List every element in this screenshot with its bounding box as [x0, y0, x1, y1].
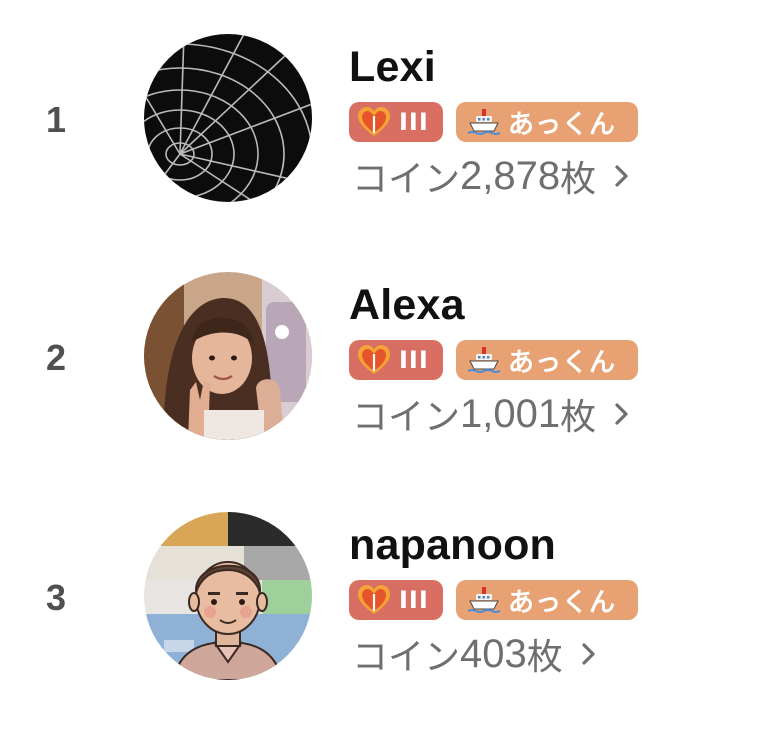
- coin-suffix: 枚: [526, 637, 563, 678]
- coin-amount: 2,878: [460, 153, 561, 198]
- level-badge: III: [349, 340, 443, 380]
- avatar[interactable]: [144, 272, 312, 440]
- chevron-right-icon: [615, 165, 628, 187]
- heart-icon: [358, 345, 390, 374]
- fan-badge-label: あっくん: [508, 587, 617, 618]
- user-name: napanoon: [349, 521, 557, 569]
- avatar[interactable]: [144, 34, 312, 202]
- level-label: III: [399, 346, 429, 374]
- level-badge: III: [349, 580, 443, 620]
- badge-group: III あっくん: [349, 340, 638, 380]
- ship-icon: [467, 587, 501, 613]
- rank-number: 3: [46, 577, 67, 618]
- avatar[interactable]: [144, 512, 312, 680]
- chevron-right-icon: [582, 643, 595, 665]
- chevron-right-icon: [615, 403, 628, 425]
- rank-number: 2: [46, 337, 67, 378]
- fan-badge: あっくん: [456, 102, 638, 142]
- fan-badge: あっくん: [456, 580, 638, 620]
- ranking-row[interactable]: 2 Alexa III あっくん コイン 1,001 枚: [0, 254, 774, 464]
- ranking-list: 1 Lexi III あっくん コイン 2,878 枚 2 Alexa III …: [0, 0, 774, 729]
- coin-prefix: コイン: [352, 397, 461, 438]
- coin-suffix: 枚: [560, 397, 597, 438]
- coin-prefix: コイン: [352, 637, 461, 678]
- coin-count[interactable]: コイン 2,878 枚: [352, 153, 632, 200]
- ship-icon: [467, 347, 501, 373]
- fan-badge-label: あっくん: [508, 347, 617, 378]
- coin-amount: 1,001: [460, 391, 561, 436]
- ship-icon: [467, 109, 501, 135]
- spider-web-avatar: [144, 34, 312, 202]
- coin-count[interactable]: コイン 1,001 枚: [352, 391, 632, 438]
- coin-suffix: 枚: [560, 159, 597, 200]
- coin-amount: 403: [460, 631, 527, 676]
- badge-group: III あっくん: [349, 580, 638, 620]
- level-label: III: [399, 586, 429, 614]
- fan-badge: あっくん: [456, 340, 638, 380]
- level-badge: III: [349, 102, 443, 142]
- ranking-row[interactable]: 3 napanoon III あっくん コイン 403 枚: [0, 494, 774, 704]
- user-name: Alexa: [349, 281, 465, 329]
- coin-count[interactable]: コイン 403 枚: [352, 631, 599, 678]
- heart-icon: [358, 107, 390, 136]
- heart-icon: [358, 585, 390, 614]
- illustrated-man-avatar: [144, 512, 312, 680]
- level-label: III: [399, 108, 429, 136]
- selfie-photo-avatar: [144, 272, 312, 440]
- ranking-row[interactable]: 1 Lexi III あっくん コイン 2,878 枚: [0, 16, 774, 226]
- rank-number: 1: [46, 99, 67, 140]
- fan-badge-label: あっくん: [508, 109, 617, 140]
- coin-prefix: コイン: [352, 159, 461, 200]
- badge-group: III あっくん: [349, 102, 638, 142]
- user-name: Lexi: [349, 43, 436, 91]
